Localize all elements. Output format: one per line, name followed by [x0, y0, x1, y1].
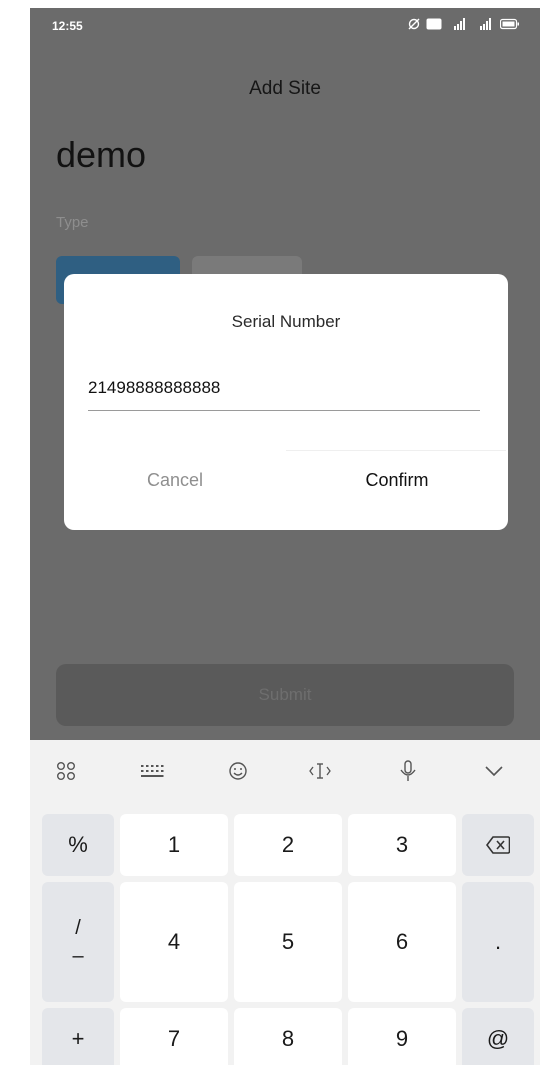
key-at[interactable]: @ [462, 1008, 534, 1065]
frame-top [0, 0, 548, 8]
page-title: Add Site [249, 78, 321, 99]
dialog-divider [286, 450, 506, 451]
cursor-icon[interactable] [300, 758, 340, 784]
confirm-button[interactable]: Confirm [286, 470, 508, 491]
collapse-icon[interactable] [474, 758, 514, 784]
cancel-button[interactable]: Cancel [64, 470, 286, 491]
serial-number-dialog: Serial Number Cancel Confirm [64, 274, 508, 530]
key-slash-label: / [75, 917, 81, 939]
key-9[interactable]: 9 [348, 1008, 456, 1065]
status-bar: 12:55 [30, 8, 540, 42]
apps-icon[interactable] [46, 758, 86, 784]
key-8[interactable]: 8 [234, 1008, 342, 1065]
key-slash-minus[interactable]: / – [42, 882, 114, 1002]
signal-icon [480, 18, 491, 30]
backspace-icon [486, 836, 510, 854]
emoji-icon[interactable] [218, 758, 258, 784]
frame-left [0, 0, 30, 1065]
submit-button[interactable]: Submit [56, 664, 514, 726]
keyboard-toolbar [30, 740, 540, 802]
mic-icon[interactable] [388, 758, 428, 784]
status-icons [408, 18, 520, 30]
key-7[interactable]: 7 [120, 1008, 228, 1065]
battery-icon [500, 18, 519, 30]
key-dot[interactable]: . [462, 882, 534, 1002]
backspace-key[interactable] [462, 814, 534, 876]
phone-screen: 12:55 Add Site demo Type Submit Serial N… [30, 8, 540, 1065]
type-label: Type [56, 214, 89, 231]
signal-icon [454, 18, 465, 30]
keyboard-icon[interactable] [132, 758, 172, 784]
key-2[interactable]: 2 [234, 814, 342, 876]
status-time: 12:55 [52, 19, 83, 33]
key-4[interactable]: 4 [120, 882, 228, 1002]
key-5[interactable]: 5 [234, 882, 342, 1002]
volte-icon [426, 18, 442, 30]
site-name: demo [56, 134, 147, 175]
key-3[interactable]: 3 [348, 814, 456, 876]
frame-right [540, 0, 548, 1065]
serial-number-input[interactable] [88, 374, 480, 411]
alarm-off-icon [408, 18, 420, 30]
numeric-keyboard: % / – + 1 2 3 4 5 6 7 8 9 . @ [30, 740, 540, 1065]
key-1[interactable]: 1 [120, 814, 228, 876]
key-plus[interactable]: + [42, 1008, 114, 1065]
dialog-title: Serial Number [231, 312, 341, 331]
key-6[interactable]: 6 [348, 882, 456, 1002]
key-minus-label: – [72, 945, 84, 967]
key-percent[interactable]: % [42, 814, 114, 876]
